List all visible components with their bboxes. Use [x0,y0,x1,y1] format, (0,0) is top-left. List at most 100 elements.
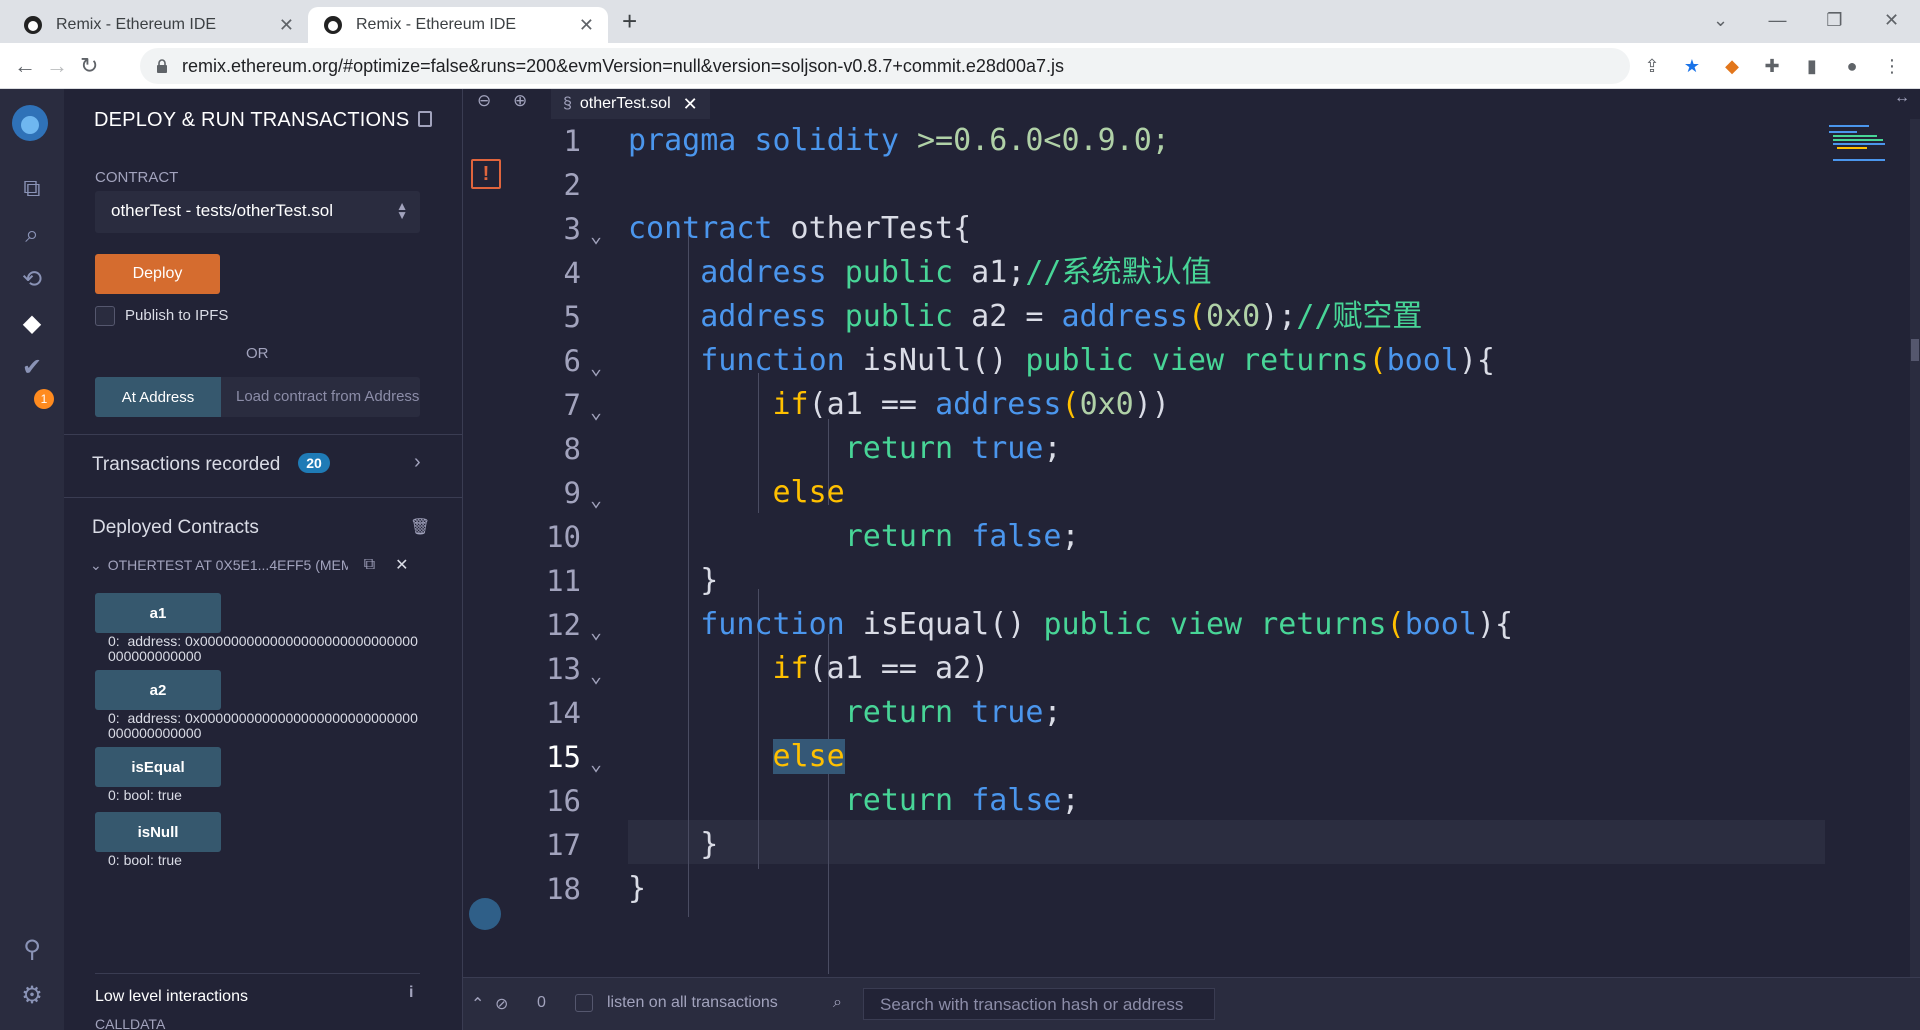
divider [95,973,420,974]
code-token: ( [1061,387,1080,422]
file-explorer-icon[interactable]: ⧉ [14,171,50,207]
deploy-run-panel: DEPLOY & RUN TRANSACTIONS CONTRACT other… [64,89,463,1030]
close-tab-icon[interactable]: ✕ [579,15,594,36]
contract-select[interactable]: otherTest - tests/otherTest.sol ▲ ▼ [95,191,420,233]
chevron-right-icon[interactable]: › [414,451,421,474]
metamask-extension-icon[interactable]: ◆ [1712,56,1752,77]
minimize-icon[interactable]: — [1749,10,1806,31]
function-button-a1[interactable]: a1 [95,593,221,633]
function-output-isnull: 0: bool: true [108,853,418,868]
breakpoint-marker[interactable] [469,898,501,930]
share-icon[interactable]: ⇪ [1632,56,1672,77]
new-tab-icon[interactable]: + [622,6,637,36]
zoom-in-icon[interactable]: ⊕ [513,91,527,111]
browser-menu-icon[interactable]: ⋮ [1872,56,1912,77]
code-line-15: 15 ⌄ else [546,735,1828,779]
code-line-4: 4 address public a1;//系统默认值 [564,251,1828,295]
extensions-puzzle-icon[interactable]: ✚ [1752,56,1792,77]
search-icon[interactable]: ⌕ [14,217,50,253]
code-token: return [844,431,954,466]
fold-chevron-icon[interactable]: ⌄ [590,389,602,433]
fold-chevron-icon[interactable]: ⌄ [590,741,602,785]
transactions-recorded-label[interactable]: Transactions recorded [92,454,280,476]
panel-docs-icon[interactable] [418,111,432,127]
close-file-tab-icon[interactable]: ✕ [683,94,698,115]
code-token: ){ [1476,607,1514,642]
editor-scrollbar[interactable] [1910,119,1920,999]
info-icon[interactable]: i [409,984,413,1002]
copy-icon[interactable]: ⧉ [364,556,375,574]
at-address-button[interactable]: At Address [95,377,221,417]
code-line-6: 6 ⌄ function isNull() public view returns… [564,339,1828,383]
code-token: false [971,783,1062,818]
line-number: 9 [563,476,581,510]
editor-file-tab[interactable]: § otherTest.sol ✕ [551,89,710,119]
close-window-icon[interactable]: ✕ [1863,10,1920,31]
solidity-file-icon: § [563,95,572,112]
fold-chevron-icon[interactable]: ⌄ [590,477,602,521]
close-icon[interactable]: ✕ [395,555,408,575]
code-line-13: 13 ⌄ if(a1 == a2) [546,647,1828,691]
code-line-1: 1 pragma solidity >=0.6.0<0.9.0; [564,119,1828,163]
code-token: return [844,519,954,554]
code-token: returns [1242,343,1369,378]
editor-tab-bar: ⊖ ⊕ § otherTest.sol ✕ ↔ [463,89,1920,119]
expand-icon[interactable]: ↔ [1894,89,1910,107]
remix-logo-icon[interactable] [8,101,52,145]
code-area[interactable]: 1 pragma solidity >=0.6.0<0.9.0; 2 3 ⌄ cont… [546,119,1828,999]
bookmark-star-icon[interactable]: ★ [1672,56,1712,77]
collapse-terminal-icon[interactable]: ⌃ [471,994,484,1014]
solidity-unit-testing-icon[interactable]: ✔ [14,349,50,385]
fold-chevron-icon[interactable]: ⌄ [590,653,602,697]
clear-console-icon[interactable]: ⊘ [495,994,508,1014]
browser-tab-remix-1[interactable]: Remix - Ethereum IDE ✕ [8,7,308,43]
solidity-compiler-icon[interactable]: ⟲ [14,261,50,297]
code-token: otherTest{ [772,211,972,246]
deploy-run-icon[interactable]: ◆ [14,305,50,341]
deploy-button[interactable]: Deploy [95,254,220,294]
trash-icon[interactable]: 🗑 [410,517,430,537]
function-button-isnull[interactable]: isNull [95,812,221,852]
line-number: 4 [563,256,581,290]
restore-icon[interactable]: ❐ [1806,10,1863,31]
code-minimap[interactable] [1825,119,1890,999]
line-number: 17 [546,828,581,862]
fold-chevron-icon[interactable]: ⌄ [590,213,602,257]
deployed-instance-header[interactable]: ⌄ OTHERTEST AT 0X5E1...4EFF5 (MEMORY) ⧉ … [90,549,420,581]
forward-icon[interactable]: → [46,43,68,89]
settings-gear-icon[interactable]: ⚙ [14,977,50,1013]
profile-avatar-icon[interactable]: ● [1832,56,1872,77]
listen-all-checkbox[interactable] [575,994,593,1012]
browser-tab-strip: Remix - Ethereum IDE ✕ Remix - Ethereum … [0,0,1920,43]
address-bar[interactable]: remix.ethereum.org/#optimize=false&runs=… [140,48,1630,84]
function-button-isequal[interactable]: isEqual [95,747,221,787]
code-token: ( [1187,299,1206,334]
warning-icon[interactable]: ! [471,159,501,189]
side-panel-icon[interactable]: ▮ [1792,56,1832,77]
transaction-search-input[interactable]: Search with transaction hash or address [863,988,1215,1020]
code-token: public [1043,607,1152,642]
code-token: ; [1043,695,1062,730]
line-number: 10 [546,520,581,554]
publish-ipfs-checkbox[interactable] [95,306,115,326]
chevron-down-icon[interactable]: ⌄ [90,557,102,574]
terminal-bar: ⌃ ⊘ 0 listen on all transactions ⌕ Searc… [463,977,1920,1030]
tab-search-icon[interactable]: ⌄ [1692,10,1749,31]
code-token: a1; [953,255,1026,290]
code-token: isNull() [844,343,1026,378]
browser-tab-remix-2[interactable]: Remix - Ethereum IDE ✕ [308,7,608,43]
line-number: 2 [563,168,581,202]
zoom-out-icon[interactable]: ⊖ [477,91,491,111]
load-contract-address-input[interactable]: Load contract from Address [221,377,420,417]
publish-ipfs-label: Publish to IPFS [125,307,229,324]
reload-icon[interactable]: ↻ [80,43,98,89]
function-button-a2[interactable]: a2 [95,670,221,710]
code-token: pragma solidity [628,123,899,158]
divider [64,434,462,435]
back-icon[interactable]: ← [14,43,36,89]
code-comment: //赋空置 [1296,299,1423,334]
close-tab-icon[interactable]: ✕ [279,15,294,36]
plugin-manager-icon[interactable]: ⚲ [14,931,50,967]
fold-chevron-icon[interactable]: ⌄ [590,345,602,389]
fold-chevron-icon[interactable]: ⌄ [590,609,602,653]
